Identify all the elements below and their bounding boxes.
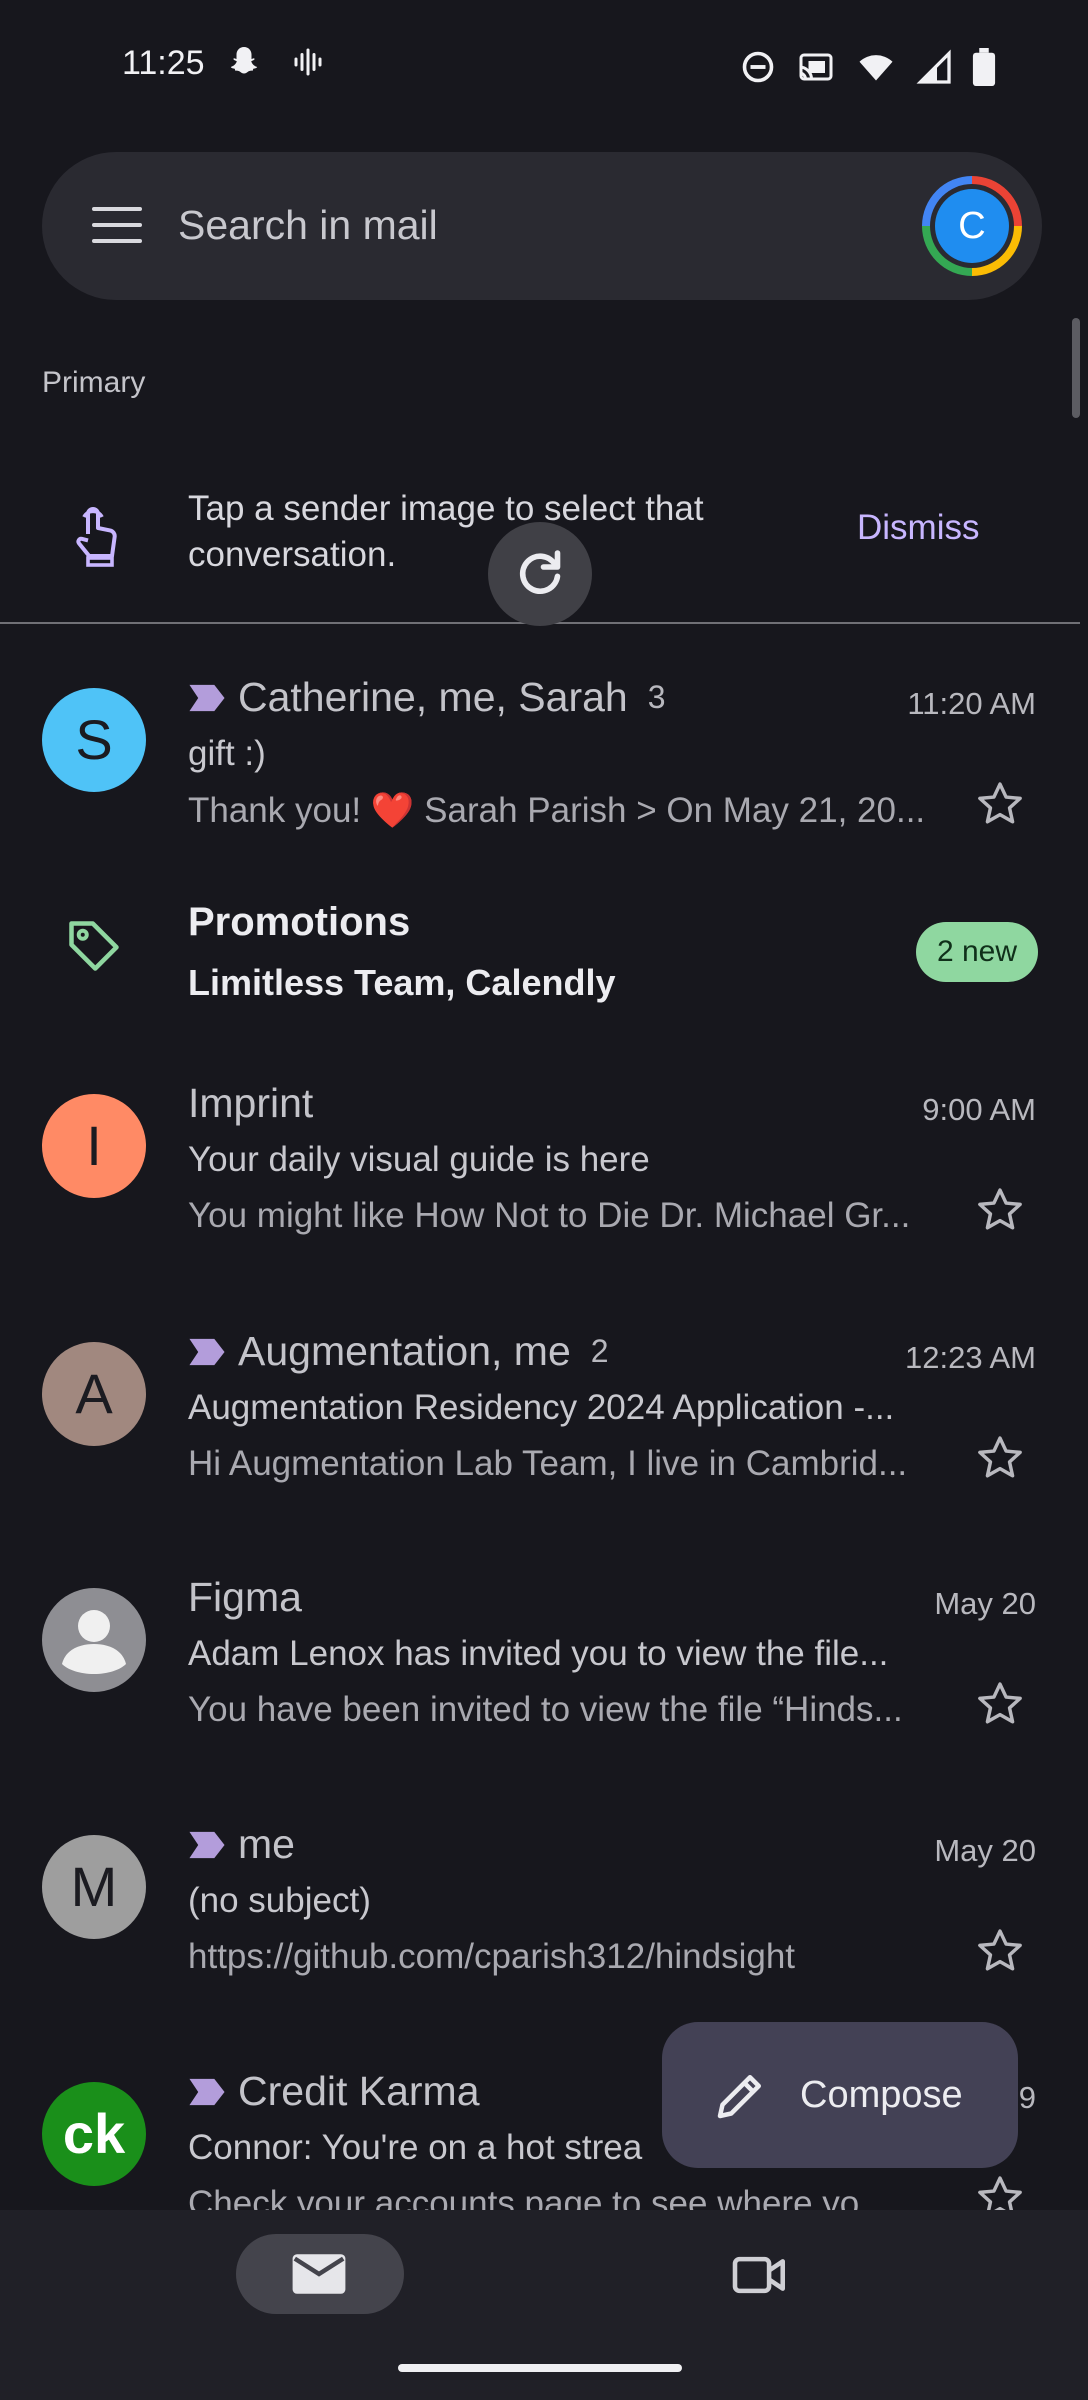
email-snippet: Thank you! ❤️ Sarah Parish > On May 21, … (188, 791, 926, 830)
sender-line: Figma (188, 1574, 322, 1621)
email-snippet: Hi Augmentation Lab Team, I live in Camb… (188, 1444, 908, 1483)
home-indicator[interactable] (398, 2364, 682, 2372)
email-snippet: https://github.com/cparish312/hindsight (188, 1937, 796, 1976)
email-subject: Your daily visual guide is here (188, 1140, 650, 1179)
email-time: 9:00 AM (922, 1092, 1036, 1127)
promotions-senders: Limitless Team, Calendly (188, 962, 616, 1003)
thread-count: 3 (647, 679, 666, 715)
sender-name: Augmentation, me (238, 1328, 571, 1374)
compose-label: Compose (800, 2074, 963, 2116)
sender-name: me (238, 1821, 295, 1867)
sender-name: Imprint (188, 1080, 314, 1126)
sender-avatar[interactable] (42, 1588, 146, 1692)
sender-name: Credit Karma (238, 2068, 480, 2114)
email-time: May 20 (934, 1586, 1036, 1621)
sender-avatar[interactable]: A (42, 1342, 146, 1446)
email-time: May 20 (934, 1833, 1036, 1868)
refresh-icon (519, 550, 561, 594)
important-marker-icon (189, 2078, 225, 2105)
sender-line: Imprint (188, 1080, 333, 1127)
person-icon (62, 1610, 126, 1674)
menu-icon[interactable] (92, 207, 142, 247)
status-time: 11:25 (122, 44, 205, 82)
sender-avatar[interactable]: I (42, 1094, 146, 1198)
promotions-title: Promotions (188, 900, 411, 944)
sender-avatar[interactable]: S (42, 688, 146, 792)
account-avatar-button[interactable]: C (922, 176, 1022, 276)
wifi-icon (859, 55, 893, 81)
important-marker-icon (189, 1831, 225, 1858)
signal-icon (916, 49, 951, 84)
mail-icon (292, 2254, 346, 2294)
email-row[interactable]: Figma May 20 Adam Lenox has invited you to… (0, 1548, 1088, 1788)
avatar-ring-inner: C (930, 184, 1014, 268)
email-row[interactable]: A Augmentation, me 2 12:23 AM Augmentation R… (0, 1302, 1088, 1542)
refresh-indicator (488, 522, 592, 626)
star-icon[interactable] (974, 778, 1026, 830)
tag-icon (69, 921, 119, 971)
new-count-badge: 2 new (916, 922, 1038, 982)
star-icon[interactable] (974, 1184, 1026, 1236)
bottom-nav (0, 2210, 1088, 2400)
nav-mail-tab[interactable] (236, 2234, 404, 2314)
email-time: 11:20 AM (907, 686, 1036, 721)
email-time: 12:23 AM (905, 1340, 1036, 1375)
email-snippet: You might like How Not to Die Dr. Michae… (188, 1196, 911, 1235)
sender-line: Catherine, me, Sarah 3 (188, 674, 666, 721)
sender-line: Augmentation, me 2 (188, 1328, 609, 1375)
star-icon[interactable] (974, 1432, 1026, 1484)
compose-button[interactable]: Compose (662, 2022, 1018, 2168)
email-subject: Adam Lenox has invited you to view the f… (188, 1634, 889, 1673)
email-subject: Augmentation Residency 2024 Application … (188, 1388, 895, 1427)
search-bar[interactable]: Search in mail C (42, 152, 1042, 300)
sender-avatar[interactable]: M (42, 1835, 146, 1939)
star-icon[interactable] (974, 1925, 1026, 1977)
email-subject: gift :) (188, 734, 266, 773)
snapchat-icon (230, 47, 258, 74)
email-snippet: You have been invited to view the file “… (188, 1690, 903, 1729)
status-bar: 11:25 (0, 0, 1088, 130)
thread-count: 2 (590, 1333, 609, 1369)
cast-icon (799, 53, 833, 81)
pencil-icon (717, 2075, 761, 2119)
email-subject: (no subject) (188, 1881, 371, 1920)
important-marker-icon (189, 1338, 225, 1365)
account-avatar: C (935, 189, 1009, 263)
scrollbar[interactable] (1072, 318, 1080, 418)
email-time: 9 (1018, 2080, 1036, 2115)
sender-avatar[interactable]: ck (42, 2082, 146, 2186)
sender-line: Credit Karma (188, 2068, 500, 2115)
email-row[interactable]: I Imprint 9:00 AM Your daily visual guide i… (0, 1054, 1088, 1294)
audio-wave-icon (294, 48, 322, 76)
search-input[interactable]: Search in mail (178, 202, 438, 249)
video-icon (732, 2256, 785, 2294)
do-not-disturb-icon (742, 51, 774, 83)
important-marker-icon (189, 684, 225, 711)
section-label: Primary (42, 366, 146, 399)
tap-gesture-icon (76, 507, 117, 567)
star-icon[interactable] (974, 1678, 1026, 1730)
email-row[interactable]: S Catherine, me, Sarah 3 11:20 AM gift :) Tha… (0, 648, 1088, 888)
status-left-icons (226, 44, 326, 80)
status-right-icons (740, 48, 996, 86)
sender-name: Figma (188, 1574, 302, 1620)
dismiss-button[interactable]: Dismiss (857, 508, 979, 548)
sender-line: me (188, 1821, 315, 1868)
email-row[interactable]: Mme May 20 (no subject) https://github.com/… (0, 1795, 1088, 2035)
sender-name: Catherine, me, Sarah (238, 674, 628, 720)
battery-icon (972, 48, 996, 86)
nav-meet-tab[interactable] (730, 2250, 790, 2305)
